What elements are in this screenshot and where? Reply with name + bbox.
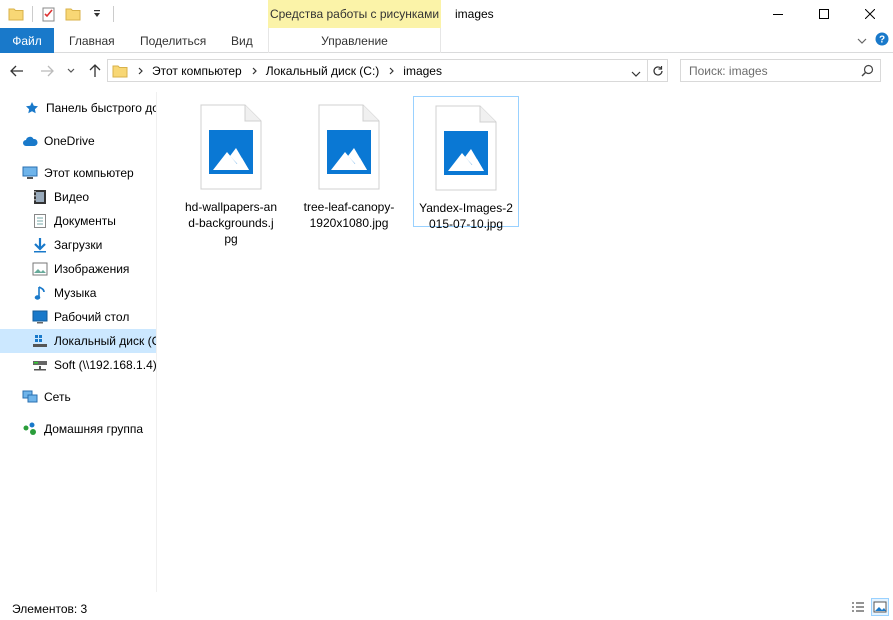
search-input[interactable]: Поиск: images bbox=[680, 59, 881, 82]
music-icon bbox=[32, 285, 48, 301]
sidebar-item-label: Изображения bbox=[54, 262, 130, 276]
sidebar-item-documents[interactable]: Документы bbox=[0, 209, 156, 233]
download-icon bbox=[32, 237, 48, 253]
file-item[interactable]: tree-leaf-canopy- 1920x1080.jpg bbox=[296, 96, 402, 230]
context-tab-picture-tools: Средства работы с рисунками bbox=[268, 0, 441, 28]
file-name: Yandex-Images-2 015-07-10.jpg bbox=[419, 201, 513, 231]
folder-icon bbox=[112, 64, 128, 78]
sidebar-item-soft-network-drive[interactable]: Soft (\\192.168.1.4) bbox=[0, 353, 157, 377]
sidebar-item-label: Музыка bbox=[54, 286, 97, 300]
search-placeholder: Поиск: images bbox=[689, 63, 768, 78]
breadcrumb-chevron-icon[interactable] bbox=[389, 67, 395, 75]
breadcrumb-chevron-icon[interactable] bbox=[138, 67, 144, 75]
status-bar: Элементов: 3 bbox=[0, 596, 893, 620]
desktop-icon bbox=[32, 309, 48, 325]
tab-view[interactable]: Вид bbox=[231, 28, 253, 53]
navigation-bar: Этот компьютер Локальный диск (C:) image… bbox=[0, 54, 893, 88]
maximize-button[interactable] bbox=[801, 0, 847, 28]
sidebar-item-label: Рабочий стол bbox=[54, 310, 130, 324]
toolbar-separator bbox=[32, 6, 33, 22]
sidebar-item-label: Сеть bbox=[44, 390, 71, 404]
video-icon bbox=[32, 189, 48, 205]
sidebar-item-label: Документы bbox=[54, 214, 116, 228]
homegroup-icon bbox=[22, 421, 38, 437]
ribbon-tabs: Файл Главная Поделиться Вид Управление ? bbox=[0, 28, 893, 53]
sidebar-item-video[interactable]: Видео bbox=[0, 185, 156, 209]
file-item-selected[interactable]: Yandex-Images-2 015-07-10.jpg bbox=[413, 96, 519, 231]
sidebar-item-label: Домашняя группа bbox=[44, 422, 144, 436]
customize-dropdown-icon[interactable] bbox=[87, 4, 107, 24]
sidebar-item-label: Видео bbox=[54, 190, 90, 204]
properties-icon[interactable] bbox=[39, 4, 59, 24]
star-icon bbox=[24, 100, 40, 116]
sidebar-item-onedrive[interactable]: OneDrive bbox=[0, 129, 156, 153]
refresh-icon[interactable] bbox=[647, 60, 667, 81]
image-file-icon bbox=[434, 105, 498, 194]
breadcrumb-chevron-icon[interactable] bbox=[252, 67, 258, 75]
image-file-icon bbox=[199, 104, 263, 193]
tab-home[interactable]: Главная bbox=[69, 28, 115, 53]
breadcrumb-this-pc[interactable]: Этот компьютер bbox=[152, 64, 242, 78]
file-name: hd-wallpapers-an d-backgrounds.j pg bbox=[184, 200, 278, 246]
breadcrumb-local-disk[interactable]: Локальный диск (C:) bbox=[266, 64, 380, 78]
file-list: hd-wallpapers-an d-backgrounds.j pg tree… bbox=[158, 92, 893, 592]
sidebar-item-network[interactable]: Сеть bbox=[0, 385, 156, 409]
drive-icon bbox=[32, 333, 48, 349]
window-controls bbox=[755, 0, 893, 28]
svg-text:?: ? bbox=[879, 35, 885, 46]
sidebar-item-label: Локальный диск (C:) bbox=[54, 334, 157, 348]
computer-icon bbox=[22, 165, 38, 181]
sidebar-item-label: Soft (\\192.168.1.4) bbox=[54, 358, 157, 372]
sidebar-item-downloads[interactable]: Загрузки bbox=[0, 233, 156, 257]
tab-file[interactable]: Файл bbox=[0, 28, 54, 53]
expand-ribbon-icon[interactable] bbox=[857, 34, 867, 48]
sidebar-item-label: OneDrive bbox=[44, 134, 95, 148]
tab-manage[interactable]: Управление bbox=[268, 28, 441, 53]
sidebar-item-this-pc[interactable]: Этот компьютер bbox=[0, 161, 156, 185]
address-history-chevron-icon[interactable] bbox=[631, 67, 641, 81]
network-drive-icon bbox=[32, 357, 48, 373]
quick-access-toolbar bbox=[6, 4, 116, 24]
forward-arrow-icon[interactable] bbox=[38, 62, 56, 80]
sidebar-item-homegroup[interactable]: Домашняя группа bbox=[0, 417, 156, 441]
sidebar-item-label: Этот компьютер bbox=[44, 166, 134, 180]
toolbar-separator bbox=[113, 6, 114, 22]
ribbon-controls: ? bbox=[857, 32, 889, 49]
window-title: images bbox=[455, 7, 494, 21]
file-name: tree-leaf-canopy- 1920x1080.jpg bbox=[303, 200, 395, 230]
sidebar-item-pictures[interactable]: Изображения bbox=[0, 257, 156, 281]
address-bar[interactable]: Этот компьютер Локальный диск (C:) image… bbox=[107, 59, 668, 82]
sidebar-item-music[interactable]: Музыка bbox=[0, 281, 156, 305]
file-item[interactable]: hd-wallpapers-an d-backgrounds.j pg bbox=[178, 96, 284, 246]
navigation-pane: Панель быстрого доступа OneDrive Этот ко… bbox=[0, 92, 157, 592]
breadcrumb-images[interactable]: images bbox=[403, 64, 442, 78]
back-arrow-icon[interactable] bbox=[8, 62, 26, 80]
minimize-button[interactable] bbox=[755, 0, 801, 28]
tab-share[interactable]: Поделиться bbox=[140, 28, 206, 53]
help-icon[interactable]: ? bbox=[875, 32, 889, 49]
cloud-icon bbox=[22, 133, 38, 149]
title-bar: Средства работы с рисунками images bbox=[0, 0, 893, 28]
network-icon bbox=[22, 389, 38, 405]
recent-locations-chevron-icon[interactable] bbox=[62, 62, 80, 80]
close-button[interactable] bbox=[847, 0, 893, 28]
sidebar-item-label: Панель быстрого доступа bbox=[46, 101, 156, 115]
search-icon[interactable] bbox=[861, 64, 874, 80]
documents-icon bbox=[32, 213, 48, 229]
sidebar-item-quick-access[interactable]: Панель быстрого доступа bbox=[0, 96, 156, 120]
pictures-icon bbox=[32, 261, 48, 277]
image-file-icon bbox=[317, 104, 381, 193]
large-icons-view-icon[interactable] bbox=[871, 598, 889, 616]
details-view-icon[interactable] bbox=[849, 598, 867, 616]
sidebar-item-label: Загрузки bbox=[54, 238, 103, 252]
up-arrow-icon[interactable] bbox=[86, 62, 104, 80]
sidebar-item-local-disk[interactable]: Локальный диск (C:) bbox=[0, 329, 157, 353]
sidebar-item-desktop[interactable]: Рабочий стол bbox=[0, 305, 156, 329]
item-count: Элементов: 3 bbox=[12, 602, 88, 616]
folder-icon[interactable] bbox=[6, 4, 26, 24]
view-switcher bbox=[849, 598, 889, 616]
new-folder-icon[interactable] bbox=[63, 4, 83, 24]
